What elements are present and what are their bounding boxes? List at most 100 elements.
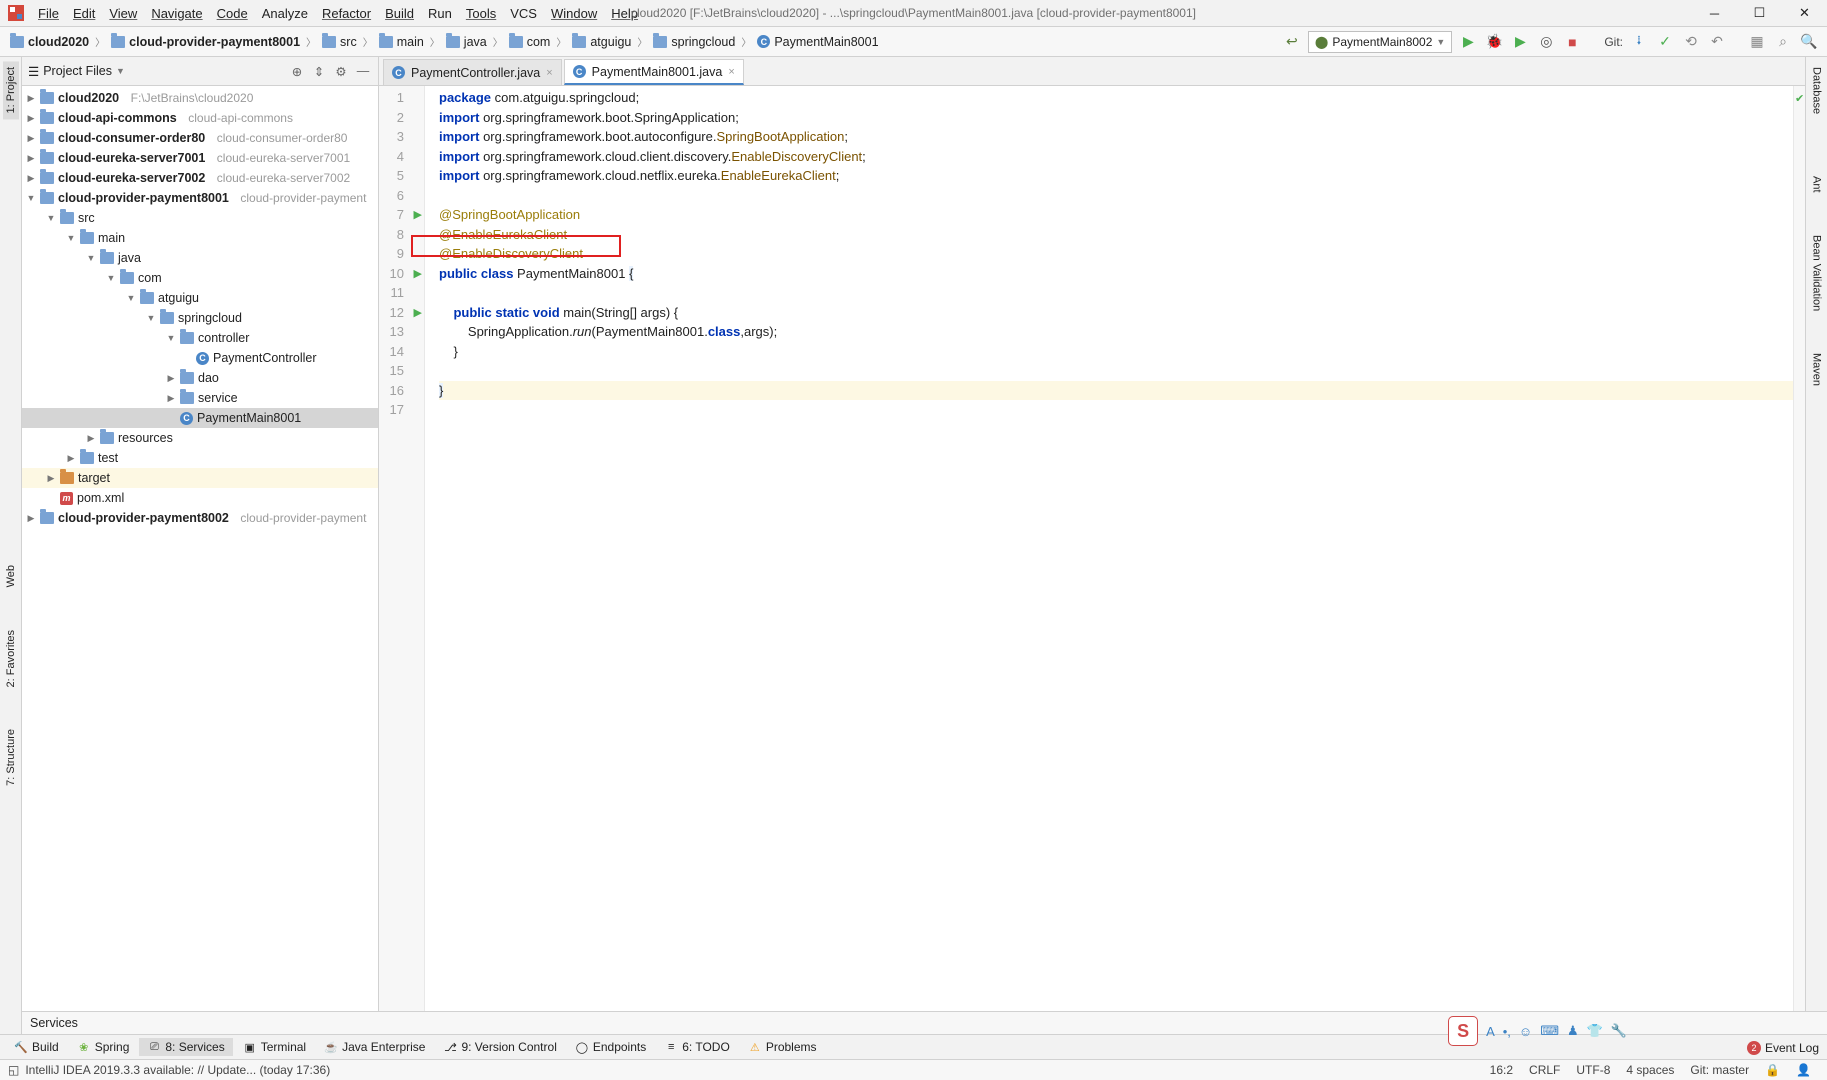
menu-build[interactable]: Build [379, 4, 420, 23]
status-mem-icon[interactable]: 👤 [1788, 1063, 1819, 1077]
profile-button[interactable]: ◎ [1536, 32, 1556, 52]
tab-endpoints[interactable]: ◯Endpoints [567, 1038, 654, 1056]
rail-structure[interactable]: 7: Structure [3, 723, 19, 792]
settings-icon[interactable]: ⚙ [332, 62, 350, 80]
tree-node[interactable]: ▶dao [22, 368, 378, 388]
ime-keyboard-icon[interactable]: ⌨ [1540, 1023, 1559, 1039]
breadcrumb-seg[interactable]: java [444, 35, 489, 49]
tab-version-control[interactable]: ⎇9: Version Control [435, 1038, 564, 1056]
tree-node[interactable]: ▼springcloud [22, 308, 378, 328]
breadcrumb-seg[interactable]: main [377, 35, 426, 49]
rail-web[interactable]: Web [3, 559, 19, 593]
menu-refactor[interactable]: Refactor [316, 4, 377, 23]
git-revert-button[interactable]: ↶ [1707, 32, 1727, 52]
tree-node[interactable]: ▼controller [22, 328, 378, 348]
run-gutter-icon[interactable]: ▶ [408, 206, 422, 220]
rail-maven[interactable]: Maven [1809, 347, 1825, 392]
code-text[interactable]: package com.atguigu.springcloud; import … [425, 86, 1793, 1012]
breadcrumb-seg[interactable]: src [320, 35, 359, 49]
project-structure-button[interactable]: ▦ [1747, 32, 1767, 52]
status-line-sep[interactable]: CRLF [1521, 1063, 1568, 1077]
close-tab-icon[interactable]: × [546, 67, 552, 79]
event-log-button[interactable]: 2 Event Log [1747, 1041, 1819, 1055]
tool-windows-icon[interactable]: ◱ [8, 1063, 19, 1077]
error-stripe[interactable]: ✔ [1793, 86, 1805, 1012]
status-lock-icon[interactable]: 🔒 [1757, 1063, 1788, 1077]
back-icon[interactable]: ↩ [1282, 32, 1302, 52]
tree-node[interactable]: ▶resources [22, 428, 378, 448]
rail-database[interactable]: Database [1809, 61, 1825, 120]
tree-node[interactable]: ▼atguigu [22, 288, 378, 308]
breadcrumb-seg[interactable]: CPaymentMain8001 [755, 35, 880, 49]
search-button[interactable]: 🔍 [1799, 32, 1819, 52]
window-maximize-button[interactable]: ☐ [1737, 0, 1782, 27]
tab-services[interactable]: ⎚8: Services [139, 1038, 232, 1056]
menu-analyze[interactable]: Analyze [256, 4, 314, 23]
rail-favorites[interactable]: 2: Favorites [3, 624, 19, 693]
ime-emoji-icon[interactable]: ☺ [1519, 1024, 1532, 1039]
tree-node[interactable]: mpom.xml [22, 488, 378, 508]
tree-node-selected[interactable]: CPaymentMain8001 [22, 408, 378, 428]
tree-node[interactable]: ▶cloud-api-commons cloud-api-commons [22, 108, 378, 128]
tree-node[interactable]: ▼com [22, 268, 378, 288]
menu-navigate[interactable]: Navigate [145, 4, 208, 23]
ime-logo-icon[interactable]: S [1448, 1016, 1478, 1046]
menu-edit[interactable]: Edit [67, 4, 101, 23]
tree-node[interactable]: ▼cloud-provider-payment8001 cloud-provid… [22, 188, 378, 208]
tree-node[interactable]: ▶target [22, 468, 378, 488]
tab-build[interactable]: 🔨Build [6, 1038, 67, 1056]
close-tab-icon[interactable]: × [728, 66, 734, 78]
editor-tab[interactable]: CPaymentController.java× [383, 59, 562, 85]
menu-window[interactable]: Window [545, 4, 603, 23]
tree-node[interactable]: ▶cloud-consumer-order80 cloud-consumer-o… [22, 128, 378, 148]
git-update-button[interactable]: ⭭ [1629, 32, 1649, 52]
menu-view[interactable]: View [103, 4, 143, 23]
ime-tool-icon[interactable]: 🔧 [1611, 1023, 1627, 1039]
tab-java-enterprise[interactable]: ☕Java Enterprise [316, 1038, 433, 1056]
breadcrumb-seg[interactable]: atguigu [570, 35, 633, 49]
status-encoding[interactable]: UTF-8 [1568, 1063, 1618, 1077]
tree-node[interactable]: ▶cloud-eureka-server7001 cloud-eureka-se… [22, 148, 378, 168]
tab-problems[interactable]: ⚠Problems [740, 1038, 825, 1056]
ime-lang-icon[interactable]: A [1486, 1024, 1495, 1039]
ime-service-icon[interactable]: ♟ [1567, 1023, 1579, 1039]
run-config-combo[interactable]: ⬤ PaymentMain8002 ▼ [1308, 31, 1452, 53]
window-minimize-button[interactable]: ─ [1692, 0, 1737, 27]
tree-node[interactable]: ▶cloud-provider-payment8002 cloud-provid… [22, 508, 378, 528]
status-caret-pos[interactable]: 16:2 [1482, 1063, 1521, 1077]
breadcrumb-seg[interactable]: com [507, 35, 553, 49]
ime-punct-icon[interactable]: •, [1503, 1024, 1511, 1039]
tree-node[interactable]: ▼src [22, 208, 378, 228]
status-git-branch[interactable]: Git: master [1682, 1063, 1757, 1077]
menu-vcs[interactable]: VCS [504, 4, 543, 23]
menu-run[interactable]: Run [422, 4, 458, 23]
rail-bean-validation[interactable]: Bean Validation [1809, 229, 1825, 317]
project-view-label[interactable]: Project Files [43, 64, 112, 78]
git-history-button[interactable]: ⟲ [1681, 32, 1701, 52]
run-button[interactable]: ▶ [1458, 32, 1478, 52]
run-gutter-icon[interactable]: ▶ [408, 304, 422, 318]
debug-button[interactable]: 🐞 [1484, 32, 1504, 52]
window-close-button[interactable]: ✕ [1782, 0, 1827, 27]
tree-node[interactable]: CPaymentController [22, 348, 378, 368]
rail-project[interactable]: 1: Project [3, 61, 19, 119]
status-indent[interactable]: 4 spaces [1618, 1063, 1682, 1077]
menu-tools[interactable]: Tools [460, 4, 502, 23]
tab-terminal[interactable]: ▣Terminal [235, 1038, 314, 1056]
tree-node[interactable]: ▶service [22, 388, 378, 408]
tree-node[interactable]: ▼main [22, 228, 378, 248]
tree-node[interactable]: ▶cloud2020 F:\JetBrains\cloud2020 [22, 88, 378, 108]
editor-tab-active[interactable]: CPaymentMain8001.java× [564, 59, 744, 85]
menu-file[interactable]: File [32, 4, 65, 23]
tab-spring[interactable]: ❀Spring [69, 1038, 138, 1056]
breadcrumb-seg[interactable]: springcloud [651, 35, 737, 49]
expand-all-icon[interactable]: ⇕ [310, 62, 328, 80]
hide-panel-icon[interactable]: — [354, 62, 372, 80]
coverage-button[interactable]: ▶ [1510, 32, 1530, 52]
ime-skin-icon[interactable]: 👕 [1587, 1023, 1603, 1039]
code-area[interactable]: 1 2 3 4 5 6 7▶ 8 9 10▶ 11 12▶ 13 14 15 1… [379, 86, 1805, 1012]
tree-node[interactable]: ▼java [22, 248, 378, 268]
rail-ant[interactable]: Ant [1809, 170, 1825, 199]
menu-code[interactable]: Code [211, 4, 254, 23]
breadcrumb-seg[interactable]: cloud2020 [8, 35, 91, 49]
